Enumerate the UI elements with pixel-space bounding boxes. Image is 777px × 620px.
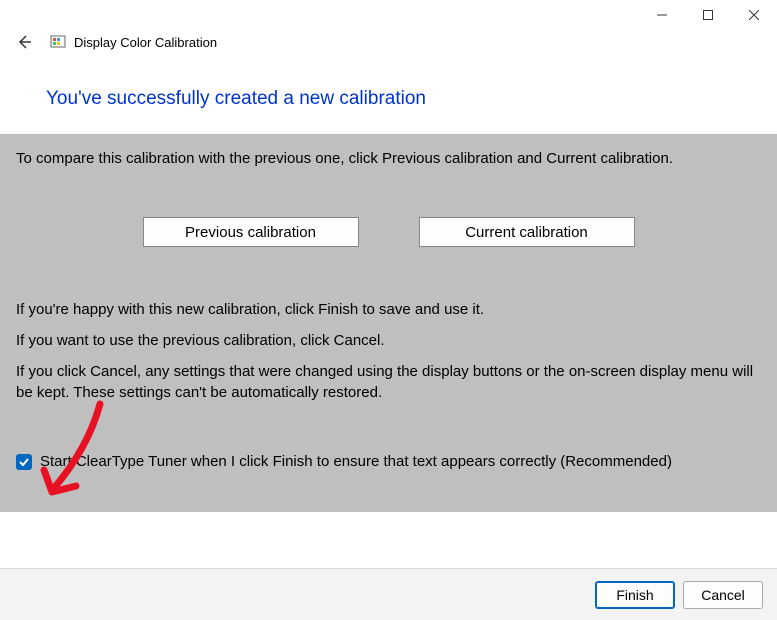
close-button[interactable]	[731, 0, 777, 30]
app-icon	[50, 34, 66, 50]
maximize-button[interactable]	[685, 0, 731, 30]
cleartype-checkbox-row: Start ClearType Tuner when I click Finis…	[16, 451, 761, 472]
check-icon	[18, 456, 30, 468]
finish-instruction: If you're happy with this new calibratio…	[16, 299, 761, 320]
cancel-instruction: If you want to use the previous calibrat…	[16, 330, 761, 351]
cancel-button[interactable]: Cancel	[683, 581, 763, 609]
cancel-note: If you click Cancel, any settings that w…	[16, 361, 761, 403]
cleartype-checkbox-label: Start ClearType Tuner when I click Finis…	[40, 451, 672, 472]
back-button[interactable]	[8, 26, 40, 58]
page-heading: You've successfully created a new calibr…	[0, 56, 777, 134]
footer: Finish Cancel	[0, 568, 777, 620]
previous-calibration-button[interactable]: Previous calibration	[143, 217, 359, 247]
app-title: Display Color Calibration	[74, 35, 217, 50]
content: You've successfully created a new calibr…	[0, 56, 777, 512]
finish-button[interactable]: Finish	[595, 581, 675, 609]
window-controls	[639, 0, 777, 30]
calibration-button-row: Previous calibration Current calibration	[16, 217, 761, 247]
current-calibration-button[interactable]: Current calibration	[419, 217, 635, 247]
cleartype-checkbox[interactable]	[16, 454, 32, 470]
main-panel: To compare this calibration with the pre…	[0, 134, 777, 512]
minimize-button[interactable]	[639, 0, 685, 30]
compare-instruction: To compare this calibration with the pre…	[16, 148, 761, 169]
